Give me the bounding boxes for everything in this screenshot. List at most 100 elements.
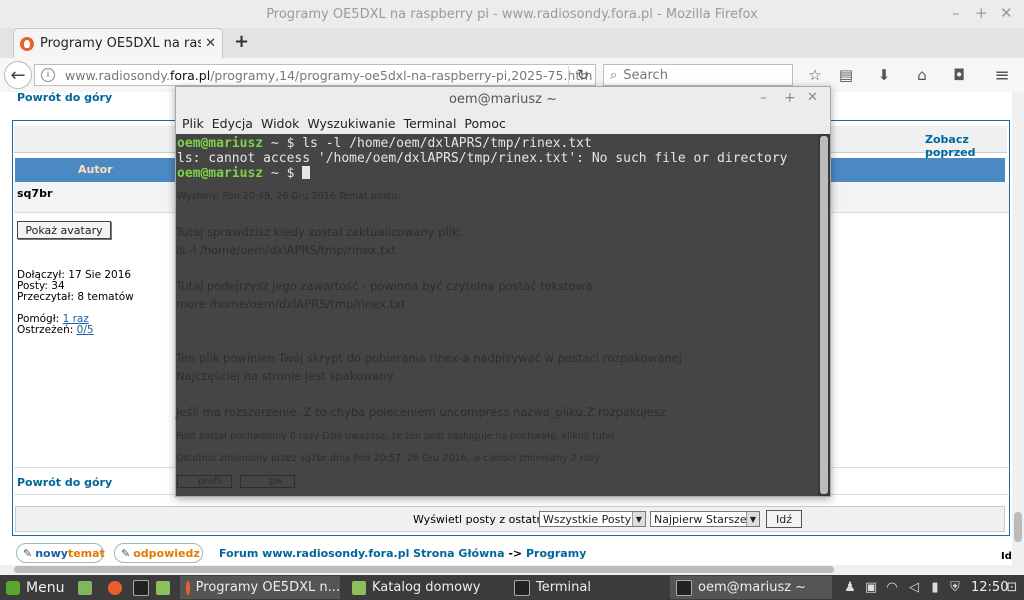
firefox-launcher-icon[interactable] [108,576,128,599]
start-menu-button[interactable]: Menu [6,576,64,599]
show-avatars-button[interactable]: Pokaż avatary [17,221,111,239]
poster-info: Dołączył: 17 Sie 2016 Posty: 34 Przeczyt… [17,270,134,336]
new-topic-button[interactable]: ✎ nowy temat [16,543,105,563]
tab-title: Programy OE5DXL na ras… [40,36,202,51]
url-bar[interactable]: i www.radiosondy. fora.pl/programy,14/pro… [34,64,596,86]
url-host: fora.pl [169,67,211,83]
maximize-icon[interactable]: + [975,4,988,22]
url-path: /programy,14/programy-oe5dxl-na-raspberr… [210,67,593,83]
home-icon[interactable]: ⌂ [910,64,934,86]
edge-text: Id [1001,551,1012,562]
back-button[interactable]: ← [4,61,32,89]
menu-pomoc[interactable]: Pomoc [464,116,505,131]
reload-icon[interactable]: ↻ [568,64,597,86]
ghost-line: Jeśli ma rozszerzenie .Z to chyba polece… [176,405,666,419]
terminal-prompt: oem@mariusz [177,166,264,181]
terminal-scroll-thumb[interactable] [820,136,828,494]
user-icon[interactable]: ♟ [842,579,858,595]
go-button[interactable]: Idź [766,510,802,528]
terminal-maximize-icon[interactable]: + [784,90,796,106]
folder-icon [156,580,170,595]
ghost-line: Ostatnio zmieniony przez sq7br dnia Pon … [176,453,601,464]
bookmark-star-icon[interactable]: ☆ [803,64,827,86]
menu-plik[interactable]: Plik [182,116,204,131]
menu-wyszukiwanie[interactable]: Wyszukiwanie [307,116,395,131]
ghost-praise-link: tutaj [592,431,615,442]
breadcrumb-section-link[interactable]: Programy [526,547,586,560]
sort-order-select[interactable]: Najpierw Starsze ▼ [650,511,760,527]
taskbar-item-label: Terminal [536,580,591,595]
terminal-close-icon[interactable]: ✕ [807,90,818,105]
taskbar-item-label: Katalog domowy [372,580,481,595]
ghost-post-meta: Wysłany: Pon 20:49, 26 Gru 2016 Temat po… [177,191,401,202]
terminal-launcher-icon[interactable] [133,576,155,599]
show-desktop-icon[interactable] [78,576,98,599]
ghost-line: Post został pochwalony 0 razy Dziś uważa… [176,431,614,442]
search-input[interactable]: ⌕ Search [603,64,793,86]
chevron-down-icon: ▼ [746,512,759,526]
terminal-minimize-icon[interactable]: – [760,90,767,106]
ghost-pm-button: pw [240,475,295,488]
posts-range-value: Wszystkie Posty [543,512,632,526]
firefox-icon [108,580,122,595]
warnings-link[interactable]: 0/5 [77,324,94,336]
back-to-top-link[interactable]: Powrót do góry [17,92,112,104]
author-header-label: Autor [78,163,113,176]
files-launcher-icon[interactable] [156,576,176,599]
menu-widok[interactable]: Widok [261,116,299,131]
search-placeholder: Search [623,67,668,83]
menu-terminal[interactable]: Terminal [404,116,457,131]
tab-close-icon[interactable]: ✕ [205,36,216,51]
shield-icon[interactable]: ⛨ [947,579,963,595]
browser-tab[interactable]: Programy OE5DXL na ras… ✕ [13,28,223,58]
breadcrumb-forum-link[interactable]: Forum www.radiosondy.fora.pl Strona Głów… [219,547,505,560]
taskbar-item-files[interactable]: Katalog domowy [346,576,504,599]
volume-icon[interactable]: ◁ [906,579,922,595]
new-tab-button[interactable]: + [234,31,249,52]
sort-order-value: Najpierw Starsze [654,512,747,526]
terminal-title-bar[interactable]: oem@mariusz ~ – + ✕ [176,87,830,112]
taskbar-item-label: Programy OE5DXL n... [195,580,340,595]
posts-range-select[interactable]: Wszystkie Posty ▼ [539,511,646,527]
ghost-line: Najczęściej na stronie jest spakowany. [176,369,396,383]
firefox-icon [186,580,190,595]
prompt-separator: ~ $ [263,136,303,151]
terminal-icon [676,579,692,596]
chevron-down-icon: ▼ [632,512,645,526]
page-vertical-scrollbar[interactable] [1012,92,1024,565]
terminal-title: oem@mariusz ~ [448,92,558,107]
downloads-icon[interactable]: ⬇ [872,64,896,86]
menu-edycja[interactable]: Edycja [212,116,253,131]
update-manager-icon[interactable]: ▣ [863,579,879,595]
taskbar-item-label: oem@mariusz ~ [698,580,807,595]
clock[interactable]: 12:50 [971,576,1008,599]
notifications-icon[interactable]: ⊡ [1004,579,1020,595]
back-to-top-link-bottom[interactable]: Powrót do góry [17,476,112,489]
ghost-line: Ten plik powinien Twój skrypt do pobiera… [176,351,682,365]
terminal-error-output: ls: cannot access '/home/oem/dxlAPRS/tmp… [177,151,788,166]
search-icon: ⌕ [610,67,618,83]
terminal-command: ls -l /home/oem/dxlAPRS/tmp/rinex.txt [302,136,592,151]
terminal-icon [514,579,530,596]
battery-icon[interactable]: ▮ [927,579,943,595]
site-info-icon[interactable]: i [41,68,55,82]
taskbar-item-oem-terminal[interactable]: oem@mariusz ~ [670,576,832,599]
hamburger-menu-icon[interactable]: ≡ [990,64,1014,86]
warnings-label: Ostrzeżeń: [17,324,77,336]
taskbar-item-firefox[interactable]: Programy OE5DXL n... [180,576,340,599]
folder-icon [352,580,366,595]
reading-list-icon[interactable]: ▤ [834,64,858,86]
reply-label: odpowiedz [133,546,200,560]
ghost-line: Tutaj podejrzysz jego zawartość - powinn… [176,279,593,293]
reply-button[interactable]: ✎ odpowiedz [114,543,203,563]
minimize-icon[interactable]: – [952,4,960,22]
network-wifi-icon[interactable]: ◠ [884,579,900,595]
page-vertical-scroll-thumb[interactable] [1014,512,1022,542]
pocket-icon[interactable]: ◘ [947,64,971,86]
taskbar-item-terminal[interactable]: Terminal [508,576,666,599]
page-horizontal-scroll-thumb[interactable] [14,566,834,573]
reply-icon: ✎ [121,546,131,560]
previous-topic-link[interactable]: Zobacz poprzed [925,133,1007,159]
close-icon[interactable]: ✕ [1000,4,1013,22]
new-topic-icon: ✎ [23,546,33,560]
